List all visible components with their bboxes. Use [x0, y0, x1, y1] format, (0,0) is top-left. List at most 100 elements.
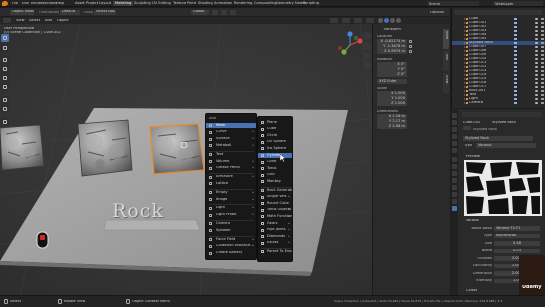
eye-icon[interactable] — [535, 65, 538, 68]
add-menu-item[interactable]: Create Battery — [206, 251, 256, 256]
eye-icon[interactable] — [535, 21, 538, 24]
expand-triangle-icon[interactable] — [464, 21, 465, 24]
drag-dropdown[interactable]: Select Box — [94, 9, 116, 15]
output-tab-icon[interactable] — [452, 127, 457, 132]
camera-render-icon[interactable] — [541, 69, 544, 73]
eye-icon[interactable] — [535, 81, 538, 84]
modifier-icon[interactable] — [514, 101, 517, 104]
menu-select[interactable]: Select — [29, 19, 40, 23]
camera-render-icon[interactable] — [541, 57, 544, 61]
lock-icon[interactable] — [409, 45, 412, 48]
camera-render-icon[interactable] — [541, 53, 544, 57]
eye-icon[interactable] — [535, 49, 538, 52]
transform-tool-icon[interactable] — [1, 83, 9, 91]
constraints-tab-icon[interactable] — [452, 185, 457, 190]
measure-tool-icon[interactable] — [1, 105, 9, 113]
modifier-icon[interactable] — [514, 89, 517, 92]
add-menu-item[interactable]: Light Probe ▸ — [206, 213, 256, 218]
texture-name-field[interactable]: Stylized Rock — [463, 136, 533, 141]
modifier-icon[interactable] — [514, 65, 517, 68]
mesh-menu-item[interactable]: Round Cube — [258, 201, 292, 206]
mesh-menu-item[interactable]: Torus Objects ▸ — [258, 208, 292, 213]
expand-triangle-icon[interactable] — [464, 25, 465, 28]
eye-icon[interactable] — [535, 25, 538, 28]
eye-icon[interactable] — [535, 45, 538, 48]
tab-view[interactable]: View — [443, 73, 449, 93]
eye-icon[interactable] — [535, 73, 538, 76]
cursor-tool-icon[interactable] — [1, 44, 9, 52]
modifier-icon[interactable] — [514, 33, 517, 36]
modifier-icon[interactable] — [514, 73, 517, 76]
modifier-icon[interactable] — [514, 77, 517, 80]
rock-cube-3-selected[interactable] — [149, 123, 205, 175]
camera-render-icon[interactable] — [541, 77, 544, 81]
eye-icon[interactable] — [535, 85, 538, 88]
tab-uv-editing[interactable]: UV Editing — [150, 1, 173, 6]
modifier-icon[interactable] — [514, 61, 517, 64]
mesh-menu-item[interactable]: Ico Sphere — [258, 146, 292, 151]
eye-icon[interactable] — [535, 33, 538, 36]
add-cube-tool-icon[interactable] — [1, 118, 9, 126]
mesh-menu-item[interactable]: Diamonds ▸ — [258, 234, 292, 239]
voronoi-field-value[interactable]: 0.48 — [494, 241, 540, 246]
camera-render-icon[interactable] — [541, 41, 544, 45]
modifier-icon[interactable] — [514, 41, 517, 44]
modifier-icon[interactable] — [514, 17, 517, 20]
zoom-icon[interactable] — [363, 32, 371, 40]
expand-triangle-icon[interactable] — [464, 89, 465, 92]
expand-triangle-icon[interactable] — [464, 49, 465, 52]
proportional-icon[interactable] — [230, 9, 236, 15]
camera-render-icon[interactable] — [541, 73, 544, 77]
gizmo-toggle-icon[interactable] — [342, 18, 350, 23]
outliner-search-input[interactable] — [454, 10, 542, 15]
navigation-gizmo[interactable] — [335, 30, 365, 60]
modifier-icon[interactable] — [514, 45, 517, 48]
transform-panel-title[interactable]: Transform — [383, 28, 401, 32]
tab-tool[interactable]: Tool — [443, 51, 449, 71]
mesh-menu-item[interactable]: Cube — [258, 127, 292, 132]
expand-triangle-icon[interactable] — [464, 77, 465, 80]
menu-view[interactable]: View — [16, 19, 25, 23]
camera-view-icon[interactable] — [363, 52, 371, 60]
rotation-x-field[interactable]: X 0° — [377, 62, 407, 67]
modifier-icon[interactable] — [514, 37, 517, 40]
eye-icon[interactable] — [535, 97, 538, 100]
camera-render-icon[interactable] — [541, 33, 544, 37]
expand-triangle-icon[interactable] — [464, 93, 465, 96]
modifier-icon[interactable] — [514, 21, 517, 24]
mesh-menu-item[interactable]: Cone — [258, 160, 292, 165]
mesh-menu-item[interactable]: Parent To Empty — [258, 249, 292, 254]
mesh-menu-item[interactable]: Gears ▸ — [258, 221, 292, 226]
expand-triangle-icon[interactable] — [464, 37, 465, 40]
tool-tab-icon[interactable] — [452, 113, 457, 118]
tab-layout[interactable]: Layout — [97, 1, 113, 6]
modifier-icon[interactable] — [514, 25, 517, 28]
mesh-menu-item[interactable]: Single Vert ▸ — [258, 195, 292, 200]
expand-triangle-icon[interactable] — [464, 65, 465, 68]
modifier-icon[interactable] — [514, 69, 517, 72]
object-tab-icon[interactable] — [452, 157, 457, 162]
add-menu-item[interactable]: Light ▸ — [206, 206, 256, 211]
dimensions-x-field[interactable]: X 2.16 m — [377, 114, 407, 119]
expand-triangle-icon[interactable] — [464, 61, 465, 64]
outliner-row[interactable]: Camera — [452, 101, 545, 105]
mesh-menu-item[interactable]: Torus — [258, 166, 292, 171]
mesh-menu-item[interactable]: UV Sphere — [258, 140, 292, 145]
scale-x-field[interactable]: X 1.000 — [377, 91, 407, 96]
shading-rendered-icon[interactable] — [396, 18, 401, 23]
eye-icon[interactable] — [535, 101, 538, 104]
move-tool-icon[interactable] — [1, 56, 9, 64]
add-menu-item[interactable]: Volume ▸ — [206, 159, 256, 164]
xray-icon[interactable] — [366, 18, 374, 23]
eye-icon[interactable] — [535, 29, 538, 32]
mesh-menu-item[interactable]: Grid — [258, 173, 292, 178]
camera-render-icon[interactable] — [541, 61, 544, 65]
pivot-icon[interactable] — [212, 9, 218, 15]
add-menu-item[interactable]: Collection Instance... ▸ — [206, 244, 256, 249]
colors-panel-title[interactable]: Colors — [466, 289, 477, 293]
tab-texture-paint[interactable]: Texture Paint — [171, 1, 198, 6]
view-layer-selector[interactable]: ViewLayer — [493, 1, 543, 6]
tab-animation[interactable]: Animation — [212, 1, 234, 6]
add-menu-item[interactable]: Image ▸ — [206, 197, 256, 202]
data-tab-icon[interactable] — [452, 192, 457, 197]
